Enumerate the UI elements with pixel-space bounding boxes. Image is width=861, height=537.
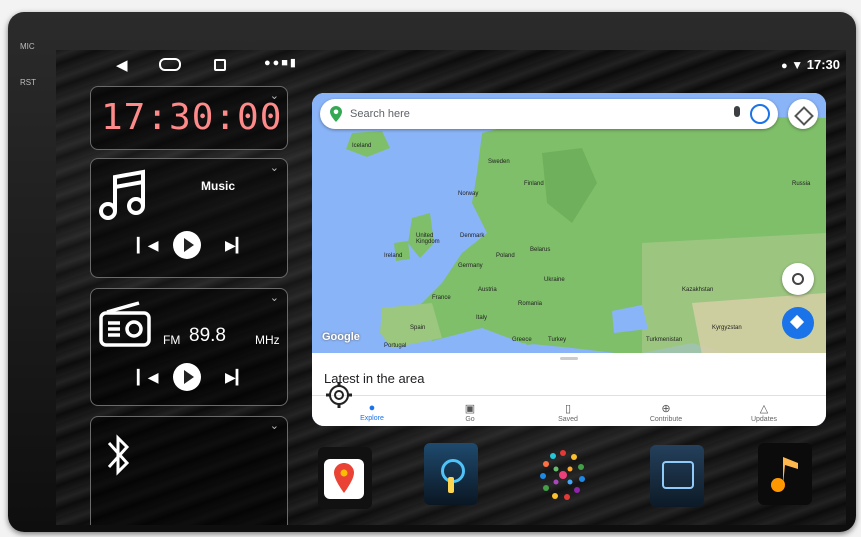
tab-saved[interactable]: ▯ Saved (528, 402, 608, 423)
chat-bubble-icon (662, 461, 694, 489)
radio-unit: MHz (255, 333, 280, 347)
country-label: Turkey (548, 337, 567, 343)
head-unit-frame: MIC RST ◀ ●●■▮ ● ▼ 17:30 ⌄ 17:30:00 ⌄ Mu… (8, 12, 856, 532)
sheet-handle[interactable] (560, 357, 578, 360)
status-bar: ◀ ●●■▮ ● ▼ 17:30 (56, 50, 846, 80)
microphone-icon[interactable] (734, 106, 740, 117)
clock-widget[interactable]: ⌄ 17:30:00 (90, 86, 288, 150)
tab-contribute[interactable]: ⊕ Contribute (626, 402, 706, 423)
country-label: Iceland (352, 143, 372, 149)
notification-icons: ●●■▮ (264, 57, 298, 69)
search-placeholder: Search here (350, 108, 410, 120)
country-label: United Kingdom (416, 233, 440, 245)
country-label: Poland (496, 253, 515, 259)
country-label: Ireland (384, 253, 403, 259)
bottom-sheet[interactable]: Latest in the area ● Explore ▣ Go ▯ Save… (312, 353, 826, 426)
rst-button[interactable]: RST (20, 78, 36, 87)
radio-play-button[interactable] (173, 363, 201, 391)
status-time: 17:30 (806, 57, 840, 72)
previous-station-icon[interactable]: ▎◀ (137, 369, 159, 386)
country-label: Norway (458, 191, 479, 197)
directions-icon (789, 314, 805, 330)
layers-button[interactable] (788, 99, 818, 129)
country-label: Portugal (384, 343, 407, 349)
chevron-down-icon[interactable]: ⌄ (270, 161, 279, 174)
previous-track-icon[interactable]: ▎◀ (137, 237, 159, 254)
plus-circle-icon: ⊕ (661, 403, 671, 415)
maps-search-bar[interactable]: Search here (320, 99, 778, 129)
radio-frequency: 89.8 (189, 325, 226, 346)
music-title: Music (201, 179, 236, 193)
account-icon[interactable] (750, 104, 770, 124)
bell-icon: △ (759, 403, 769, 415)
country-label: Ukraine (544, 277, 565, 283)
radio-icon (99, 301, 151, 347)
country-label: Romania (518, 301, 543, 307)
back-icon[interactable]: ◀ (116, 56, 128, 74)
country-label: Turkmenistan (646, 337, 683, 343)
mic-label: MIC (20, 42, 35, 51)
orange-note-icon (771, 457, 798, 492)
car-icon: ▣ (464, 403, 476, 415)
country-label: Finland (524, 181, 544, 187)
chevron-down-icon[interactable]: ⌄ (270, 291, 279, 304)
country-label: Kazakhstan (682, 287, 714, 293)
music-note-icon (99, 169, 145, 220)
play-button[interactable] (173, 231, 201, 259)
bluetooth-icon (107, 434, 130, 476)
chevron-down-icon[interactable]: ⌄ (270, 419, 279, 432)
my-location-button[interactable] (782, 263, 814, 295)
directions-button[interactable] (782, 307, 814, 339)
home-icon[interactable] (159, 58, 181, 71)
podcast-app-icon[interactable] (424, 443, 478, 505)
google-logo: Google (322, 331, 360, 343)
country-label: France (432, 295, 451, 301)
maps-window[interactable]: Iceland Sweden Finland Russia Norway Uni… (312, 93, 826, 426)
tab-label: Go (465, 416, 475, 423)
crosshair-icon (792, 273, 804, 285)
settings-gear-icon[interactable] (324, 380, 354, 410)
tab-label: Saved (558, 416, 578, 423)
tab-label: Updates (750, 416, 778, 423)
country-label: Spain (410, 325, 426, 331)
country-label: Kyrgyzstan (712, 325, 742, 331)
tab-go[interactable]: ▣ Go (430, 402, 510, 423)
screen: ◀ ●●■▮ ● ▼ 17:30 ⌄ 17:30:00 ⌄ Music ▎◀ ▶… (56, 50, 846, 525)
country-label: Germany (458, 263, 483, 269)
country-label: Belarus (530, 247, 551, 253)
location-icon: ● (780, 60, 788, 72)
divider (312, 395, 826, 396)
country-label: Sweden (488, 159, 510, 165)
colored-dots-icon (540, 450, 585, 500)
country-label: Austria (478, 287, 497, 293)
country-label: Greece (512, 337, 532, 343)
maps-pin-icon (330, 106, 342, 122)
music-widget[interactable]: ⌄ Music ▎◀ ▶▎ (90, 158, 288, 278)
recents-icon[interactable] (214, 59, 226, 71)
country-label: Denmark (460, 233, 485, 239)
music-app-icon[interactable] (758, 443, 812, 505)
bluetooth-widget[interactable]: ⌄ (90, 416, 288, 525)
country-label: Russia (792, 181, 811, 187)
google-maps-app-icon[interactable] (318, 447, 372, 509)
layers-icon (794, 106, 814, 126)
next-station-icon[interactable]: ▶▎ (225, 369, 247, 386)
app-dock (312, 443, 826, 513)
phone-app-icon[interactable] (650, 445, 704, 507)
country-label: Italy (476, 315, 488, 321)
tab-updates[interactable]: △ Updates (724, 402, 804, 423)
next-track-icon[interactable]: ▶▎ (225, 237, 247, 254)
radio-widget[interactable]: ⌄ FM 89.8 MHz ▎◀ ▶▎ (90, 288, 288, 406)
bookmark-icon: ▯ (564, 403, 572, 415)
wifi-icon: ▼ (791, 58, 804, 72)
status-right: ● ▼ 17:30 (781, 57, 840, 72)
dots-launcher-icon[interactable] (536, 445, 590, 507)
clock-time: 17:30:00 (101, 97, 283, 138)
tab-label: Contribute (649, 416, 683, 423)
tab-label: Explore (360, 415, 384, 422)
radio-band: FM (163, 333, 181, 347)
map-pin-icon (334, 463, 354, 493)
